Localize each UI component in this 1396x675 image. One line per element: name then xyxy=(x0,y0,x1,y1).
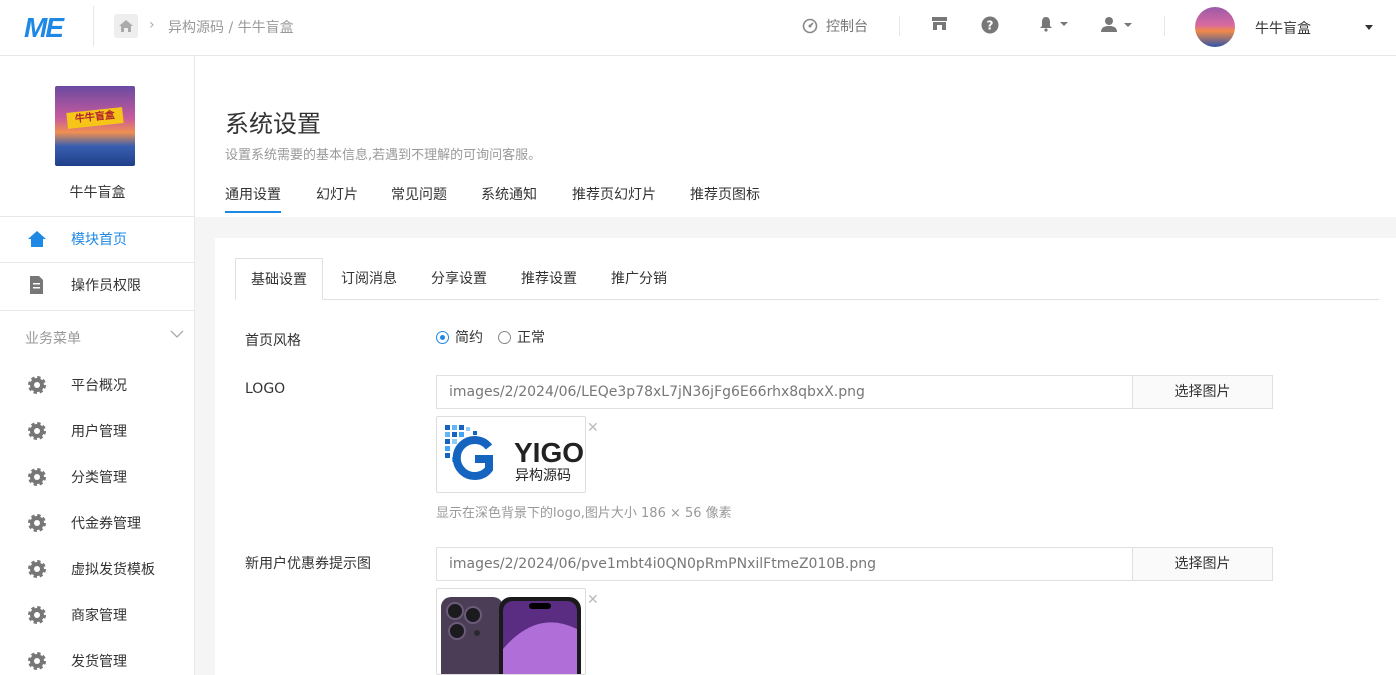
tab-recommend-slides[interactable]: 推荐页幻灯片 xyxy=(572,184,656,204)
divider xyxy=(93,6,94,46)
tab-recommend-icons[interactable]: 推荐页图标 xyxy=(690,184,760,204)
logo-label: LOGO xyxy=(245,381,286,397)
tab-system-notice[interactable]: 系统通知 xyxy=(481,184,537,204)
choose-coupon-image-button[interactable]: 选择图片 xyxy=(1132,548,1272,580)
logo-hint: 显示在深色背景下的logo,图片大小 186 × 56 像素 xyxy=(436,506,732,521)
divider xyxy=(1164,16,1165,36)
chevron-right-icon: › xyxy=(149,17,155,33)
gear-icon xyxy=(26,466,48,488)
radio-dot xyxy=(498,330,511,344)
gear-icon xyxy=(26,420,48,442)
logo-path-input[interactable]: images/2/2024/06/LEQe3p78xL7jN36jFg6E66r… xyxy=(437,376,1132,408)
radio-style-simple[interactable]: 简约 xyxy=(436,327,483,347)
radio-label: 简约 xyxy=(455,330,483,346)
caret-down-icon[interactable] xyxy=(1365,25,1373,30)
coupon-path-input[interactable]: images/2/2024/06/pve1mbt4i0QN0pRmPNxilFt… xyxy=(437,548,1132,580)
remove-logo-icon[interactable]: ✕ xyxy=(587,420,599,436)
console-link[interactable]: 控制台 xyxy=(802,16,868,36)
sidebar-item-label: 代金券管理 xyxy=(71,516,141,532)
radio-style-normal[interactable]: 正常 xyxy=(498,327,545,347)
caret-down-icon xyxy=(1124,22,1132,27)
chevron-down-icon[interactable] xyxy=(170,326,184,342)
gear-icon xyxy=(26,604,48,626)
shop-name: 牛牛盲盒 xyxy=(69,185,126,201)
radio-dot xyxy=(436,330,449,344)
sidebar-item-label: 平台概况 xyxy=(71,378,127,394)
app-logo[interactable]: ME xyxy=(24,12,64,44)
logo-brand-subtext: 异构源码 xyxy=(515,468,571,484)
home-icon[interactable] xyxy=(114,14,138,38)
sidebar-item-label: 虚拟发货模板 xyxy=(71,562,155,578)
sidebar-item-label: 发货管理 xyxy=(71,654,127,670)
sidebar-item-platform-overview[interactable]: 平台概况 xyxy=(0,362,195,408)
user-name[interactable]: 牛牛盲盒 xyxy=(1255,18,1311,38)
tab-subscription-messages[interactable]: 订阅消息 xyxy=(341,258,397,300)
logo-brand-text: YIGO xyxy=(514,437,584,468)
sidebar-item-voucher-management[interactable]: 代金券管理 xyxy=(0,500,195,546)
logo-path-field: images/2/2024/06/LEQe3p78xL7jN36jFg6E66r… xyxy=(436,375,1273,409)
gear-icon xyxy=(26,512,48,534)
sidebar-item-label: 操作员权限 xyxy=(71,278,141,294)
user-icon xyxy=(1101,17,1117,32)
svg-text:?: ? xyxy=(987,19,994,33)
sidebar-item-virtual-delivery-template[interactable]: 虚拟发货模板 xyxy=(0,546,195,592)
sidebar-item-module-home[interactable]: 模块首页 xyxy=(0,216,195,262)
gear-icon xyxy=(26,558,48,580)
coupon-path-field: images/2/2024/06/pve1mbt4i0QN0pRmPNxilFt… xyxy=(436,547,1273,581)
sidebar-item-label: 模块首页 xyxy=(71,232,127,248)
choose-logo-button[interactable]: 选择图片 xyxy=(1132,376,1272,408)
sidebar-item-label: 商家管理 xyxy=(71,608,127,624)
tab-faq[interactable]: 常见问题 xyxy=(391,184,447,204)
sidebar-item-category-management[interactable]: 分类管理 xyxy=(0,454,195,500)
remove-coupon-image-icon[interactable]: ✕ xyxy=(587,592,599,608)
caret-down-icon xyxy=(1060,22,1068,26)
page-title: 系统设置 xyxy=(225,110,321,138)
coupon-image-preview xyxy=(436,588,586,675)
notification-menu[interactable] xyxy=(1038,16,1068,32)
store-icon[interactable] xyxy=(931,16,948,31)
breadcrumb[interactable]: 异构源码 / 牛牛盲盒 xyxy=(168,17,294,37)
settings-panel xyxy=(215,238,1396,675)
account-menu[interactable] xyxy=(1100,16,1132,33)
sidebar-item-operator-permissions[interactable]: 操作员权限 xyxy=(0,262,195,308)
phone-product-image xyxy=(441,597,581,674)
radio-label: 正常 xyxy=(517,330,545,346)
shop-logo: 牛牛盲盒 xyxy=(55,86,135,166)
yigo-logo-image: YIGO 异构源码 xyxy=(445,425,584,484)
tab-slides[interactable]: 幻灯片 xyxy=(316,184,358,204)
divider xyxy=(899,16,900,36)
gear-icon xyxy=(26,650,48,672)
new-user-coupon-label: 新用户优惠券提示图 xyxy=(245,556,371,572)
basic-settings-tabs: 基础设置 订阅消息 分享设置 推荐设置 推广分销 xyxy=(235,258,1379,300)
document-edit-icon xyxy=(26,274,48,296)
sidebar-item-delivery-management[interactable]: 发货管理 xyxy=(0,638,195,675)
bell-icon xyxy=(1040,17,1052,32)
divider xyxy=(0,310,195,311)
logo-preview: YIGO 异构源码 xyxy=(436,416,586,493)
menu-group-title[interactable]: 业务菜单 xyxy=(25,328,81,348)
shop-logo-banner: 牛牛盲盒 xyxy=(66,107,124,129)
sidebar: 牛牛盲盒 牛牛盲盒 模块首页 操作员权限 业务菜单 平台概况 用户管理 分类管理… xyxy=(0,56,195,675)
page-description: 设置系统需要的基本信息,若遇到不理解的可询问客服。 xyxy=(225,148,542,163)
sidebar-item-label: 用户管理 xyxy=(71,424,127,440)
dashboard-icon xyxy=(802,18,818,34)
home-icon xyxy=(26,228,48,250)
gear-icon xyxy=(26,374,48,396)
tab-share-settings[interactable]: 分享设置 xyxy=(431,258,487,300)
homepage-style-label: 首页风格 xyxy=(245,333,301,349)
top-bar: ME › 异构源码 / 牛牛盲盒 控制台 ? 牛牛盲盒 xyxy=(0,0,1396,56)
tab-general-settings[interactable]: 通用设置 xyxy=(225,184,281,213)
sidebar-item-label: 分类管理 xyxy=(71,470,127,486)
avatar[interactable] xyxy=(1195,7,1235,47)
sidebar-item-merchant-management[interactable]: 商家管理 xyxy=(0,592,195,638)
tab-recommend-settings[interactable]: 推荐设置 xyxy=(521,258,577,300)
tab-promotion-distribution[interactable]: 推广分销 xyxy=(611,258,667,300)
sidebar-item-user-management[interactable]: 用户管理 xyxy=(0,408,195,454)
console-label: 控制台 xyxy=(826,19,868,35)
tab-basic-settings[interactable]: 基础设置 xyxy=(235,258,323,300)
help-icon[interactable]: ? xyxy=(981,16,999,34)
